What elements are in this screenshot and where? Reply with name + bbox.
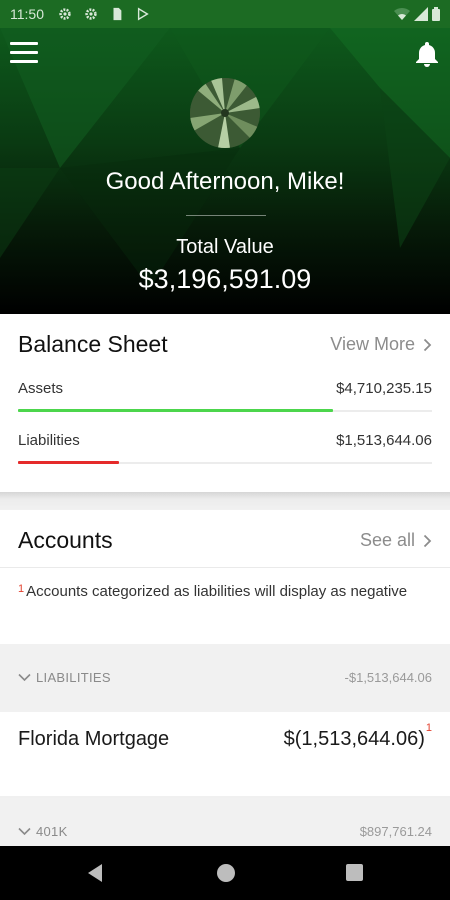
signal-icon [414, 7, 428, 21]
total-value-amount: $3,196,591.09 [138, 264, 312, 294]
back-icon[interactable] [86, 863, 104, 883]
liabilities-bar-fill [18, 461, 120, 464]
group-label: LIABILITIES [36, 670, 111, 685]
chevron-down-icon [18, 673, 31, 682]
avatar[interactable] [190, 78, 260, 148]
header-divider [186, 215, 266, 216]
account-row-florida-mortgage[interactable]: Florida Mortgage $(1,513,644.06)1 [0, 712, 450, 796]
balance-sheet-card: Balance Sheet View More Assets $4,710,23… [0, 314, 450, 492]
accounts-title: Accounts [18, 527, 113, 553]
play-store-icon [137, 7, 149, 21]
system-nav-bar [0, 846, 450, 900]
assets-label: Assets [18, 380, 64, 397]
chevron-right-icon [423, 534, 432, 547]
balance-sheet-title: Balance Sheet [18, 331, 168, 357]
chevron-right-icon [423, 338, 432, 351]
status-time: 11:50 [10, 6, 44, 22]
group-label: 401K [36, 824, 68, 839]
status-bar: 11:50 [0, 0, 450, 28]
assets-bar-track [18, 409, 432, 412]
liabilities-note: 1 Accounts categorized as liabilities wil… [18, 582, 408, 602]
view-more-label: View More [330, 334, 415, 354]
recents-icon[interactable] [345, 863, 364, 882]
note-text: Accounts categorized as liabilities will… [26, 583, 408, 600]
chevron-down-icon [18, 827, 31, 836]
liabilities-value: $1,513,644.06 [336, 432, 432, 449]
liabilities-label: Liabilities [18, 432, 80, 449]
sd-card-icon [113, 7, 122, 21]
see-all-link[interactable]: See all [360, 530, 432, 551]
accounts-card: Accounts See all 1 Accounts categorized a… [0, 510, 450, 644]
account-value: $(1,513,644.06)1 [283, 722, 432, 750]
section-separator [0, 492, 450, 510]
bell-icon[interactable] [414, 40, 440, 68]
see-all-label: See all [359, 530, 415, 550]
wifi-icon [394, 7, 410, 21]
battery-icon [432, 7, 440, 21]
dashboard-header: Good Afternoon, Mike! Total Value $3,196… [0, 28, 450, 314]
hamburger-menu-icon[interactable] [10, 42, 38, 64]
total-value-label: Total Value [176, 236, 274, 258]
group-total: $897,761.24 [359, 824, 432, 839]
note-marker: 1 [18, 583, 25, 595]
greeting-text: Good Afternoon, Mike! [105, 168, 345, 195]
liabilities-bar-track [18, 461, 432, 464]
view-more-link[interactable]: View More [330, 334, 432, 355]
settings-icon [59, 8, 71, 20]
account-value-marker: 1 [425, 722, 432, 734]
home-icon[interactable] [216, 863, 236, 883]
accounts-divider [0, 567, 450, 568]
account-name: Florida Mortgage [18, 728, 170, 750]
assets-value: $4,710,235.15 [336, 380, 432, 397]
group-header-liabilities[interactable]: LIABILITIES -$1,513,644.06 [0, 644, 450, 712]
group-total: -$1,513,644.06 [344, 670, 432, 685]
assets-bar-fill [18, 409, 333, 412]
settings-icon [85, 8, 97, 20]
